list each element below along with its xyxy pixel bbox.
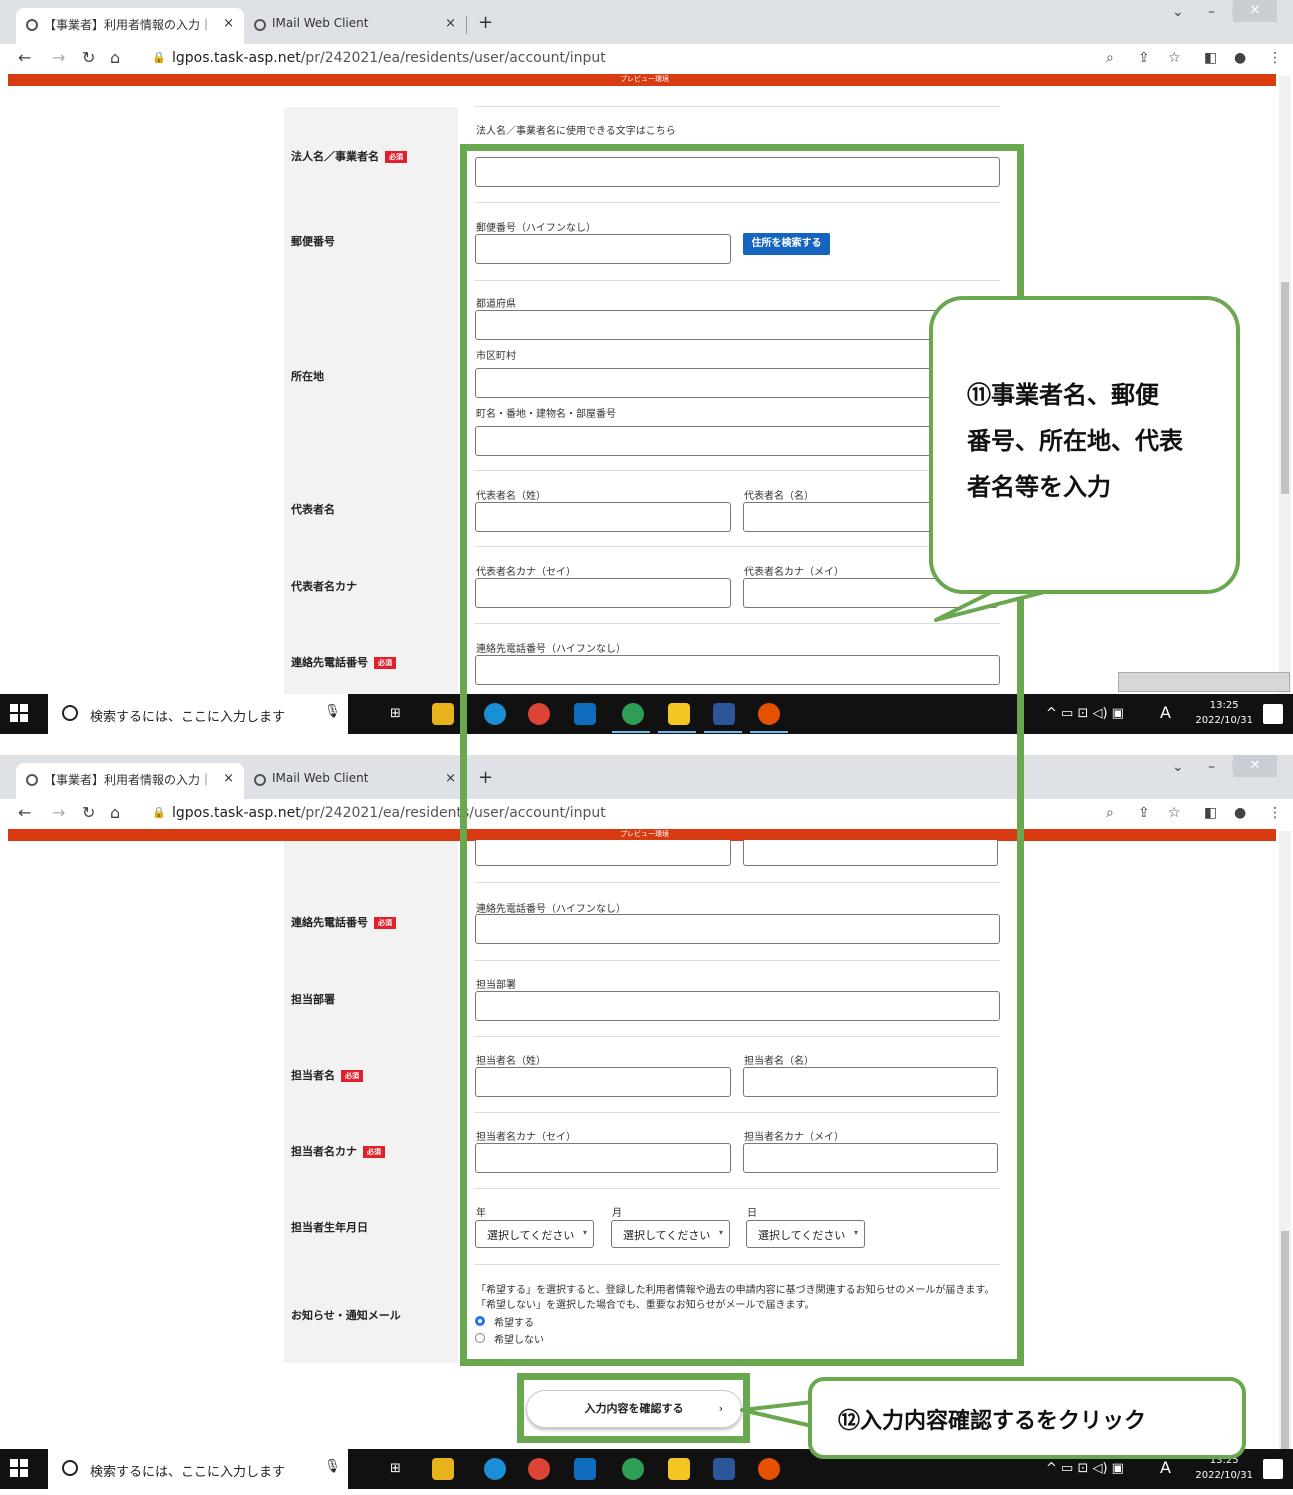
callout-tails — [740, 586, 1062, 1428]
callout-step-12: ⑫入力内容確認するをクリック — [808, 1377, 1246, 1459]
callout-step-11: ⑪事業者名、郵便 番号、所在地、代表 者名等を入力 — [929, 296, 1240, 594]
